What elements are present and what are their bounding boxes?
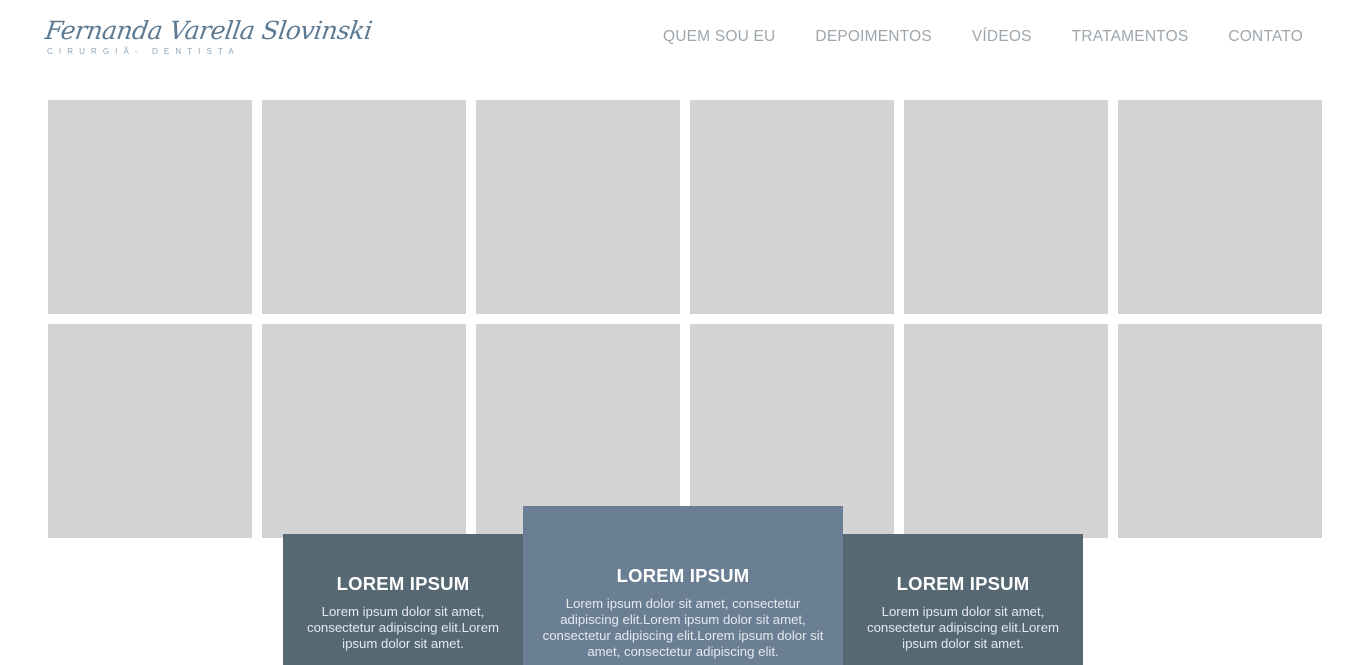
feature-card-left: LOREM IPSUM Lorem ipsum dolor sit amet, … <box>283 534 523 665</box>
card-title: LOREM IPSUM <box>896 573 1030 594</box>
logo-name: Fernanda Varella Slovinski <box>43 16 374 45</box>
main-nav: QUEM SOU EU DEPOIMENTOS VÍDEOS TRATAMENT… <box>663 28 1303 46</box>
page: Fernanda Varella Slovinski CIRURGIÃ- DEN… <box>0 0 1366 665</box>
gallery-image-placeholder[interactable] <box>1118 324 1322 538</box>
gallery-image-placeholder[interactable] <box>904 324 1108 538</box>
card-text: Lorem ipsum dolor sit amet, consectetur … <box>866 604 1060 651</box>
card-title: LOREM IPSUM <box>336 573 470 594</box>
nav-item-depoimentos[interactable]: DEPOIMENTOS <box>815 28 931 46</box>
logo[interactable]: Fernanda Varella Slovinski CIRURGIÃ- DEN… <box>43 14 373 56</box>
nav-item-quem-sou-eu[interactable]: QUEM SOU EU <box>663 28 775 46</box>
gallery-image-placeholder[interactable] <box>262 100 466 314</box>
gallery-image-placeholder[interactable] <box>1118 100 1322 314</box>
nav-item-videos[interactable]: VÍDEOS <box>972 28 1032 46</box>
feature-card-center: LOREM IPSUM Lorem ipsum dolor sit amet, … <box>523 506 843 665</box>
gallery-image-placeholder[interactable] <box>476 100 680 314</box>
feature-card-right: LOREM IPSUM Lorem ipsum dolor sit amet, … <box>843 534 1083 665</box>
gallery-image-placeholder[interactable] <box>262 324 466 538</box>
card-title: LOREM IPSUM <box>616 565 750 586</box>
gallery-image-placeholder[interactable] <box>48 324 252 538</box>
gallery-image-placeholder[interactable] <box>904 100 1108 314</box>
gallery-image-placeholder[interactable] <box>690 100 894 314</box>
nav-item-contato[interactable]: CONTATO <box>1228 28 1303 46</box>
card-text: Lorem ipsum dolor sit amet, consectetur … <box>306 604 500 651</box>
logo-subtitle: CIRURGIÃ- DENTISTA <box>47 47 240 56</box>
photo-gallery <box>48 100 1322 538</box>
nav-item-tratamentos[interactable]: TRATAMENTOS <box>1072 28 1189 46</box>
card-text: Lorem ipsum dolor sit amet, consectetur … <box>542 596 824 659</box>
gallery-image-placeholder[interactable] <box>48 100 252 314</box>
